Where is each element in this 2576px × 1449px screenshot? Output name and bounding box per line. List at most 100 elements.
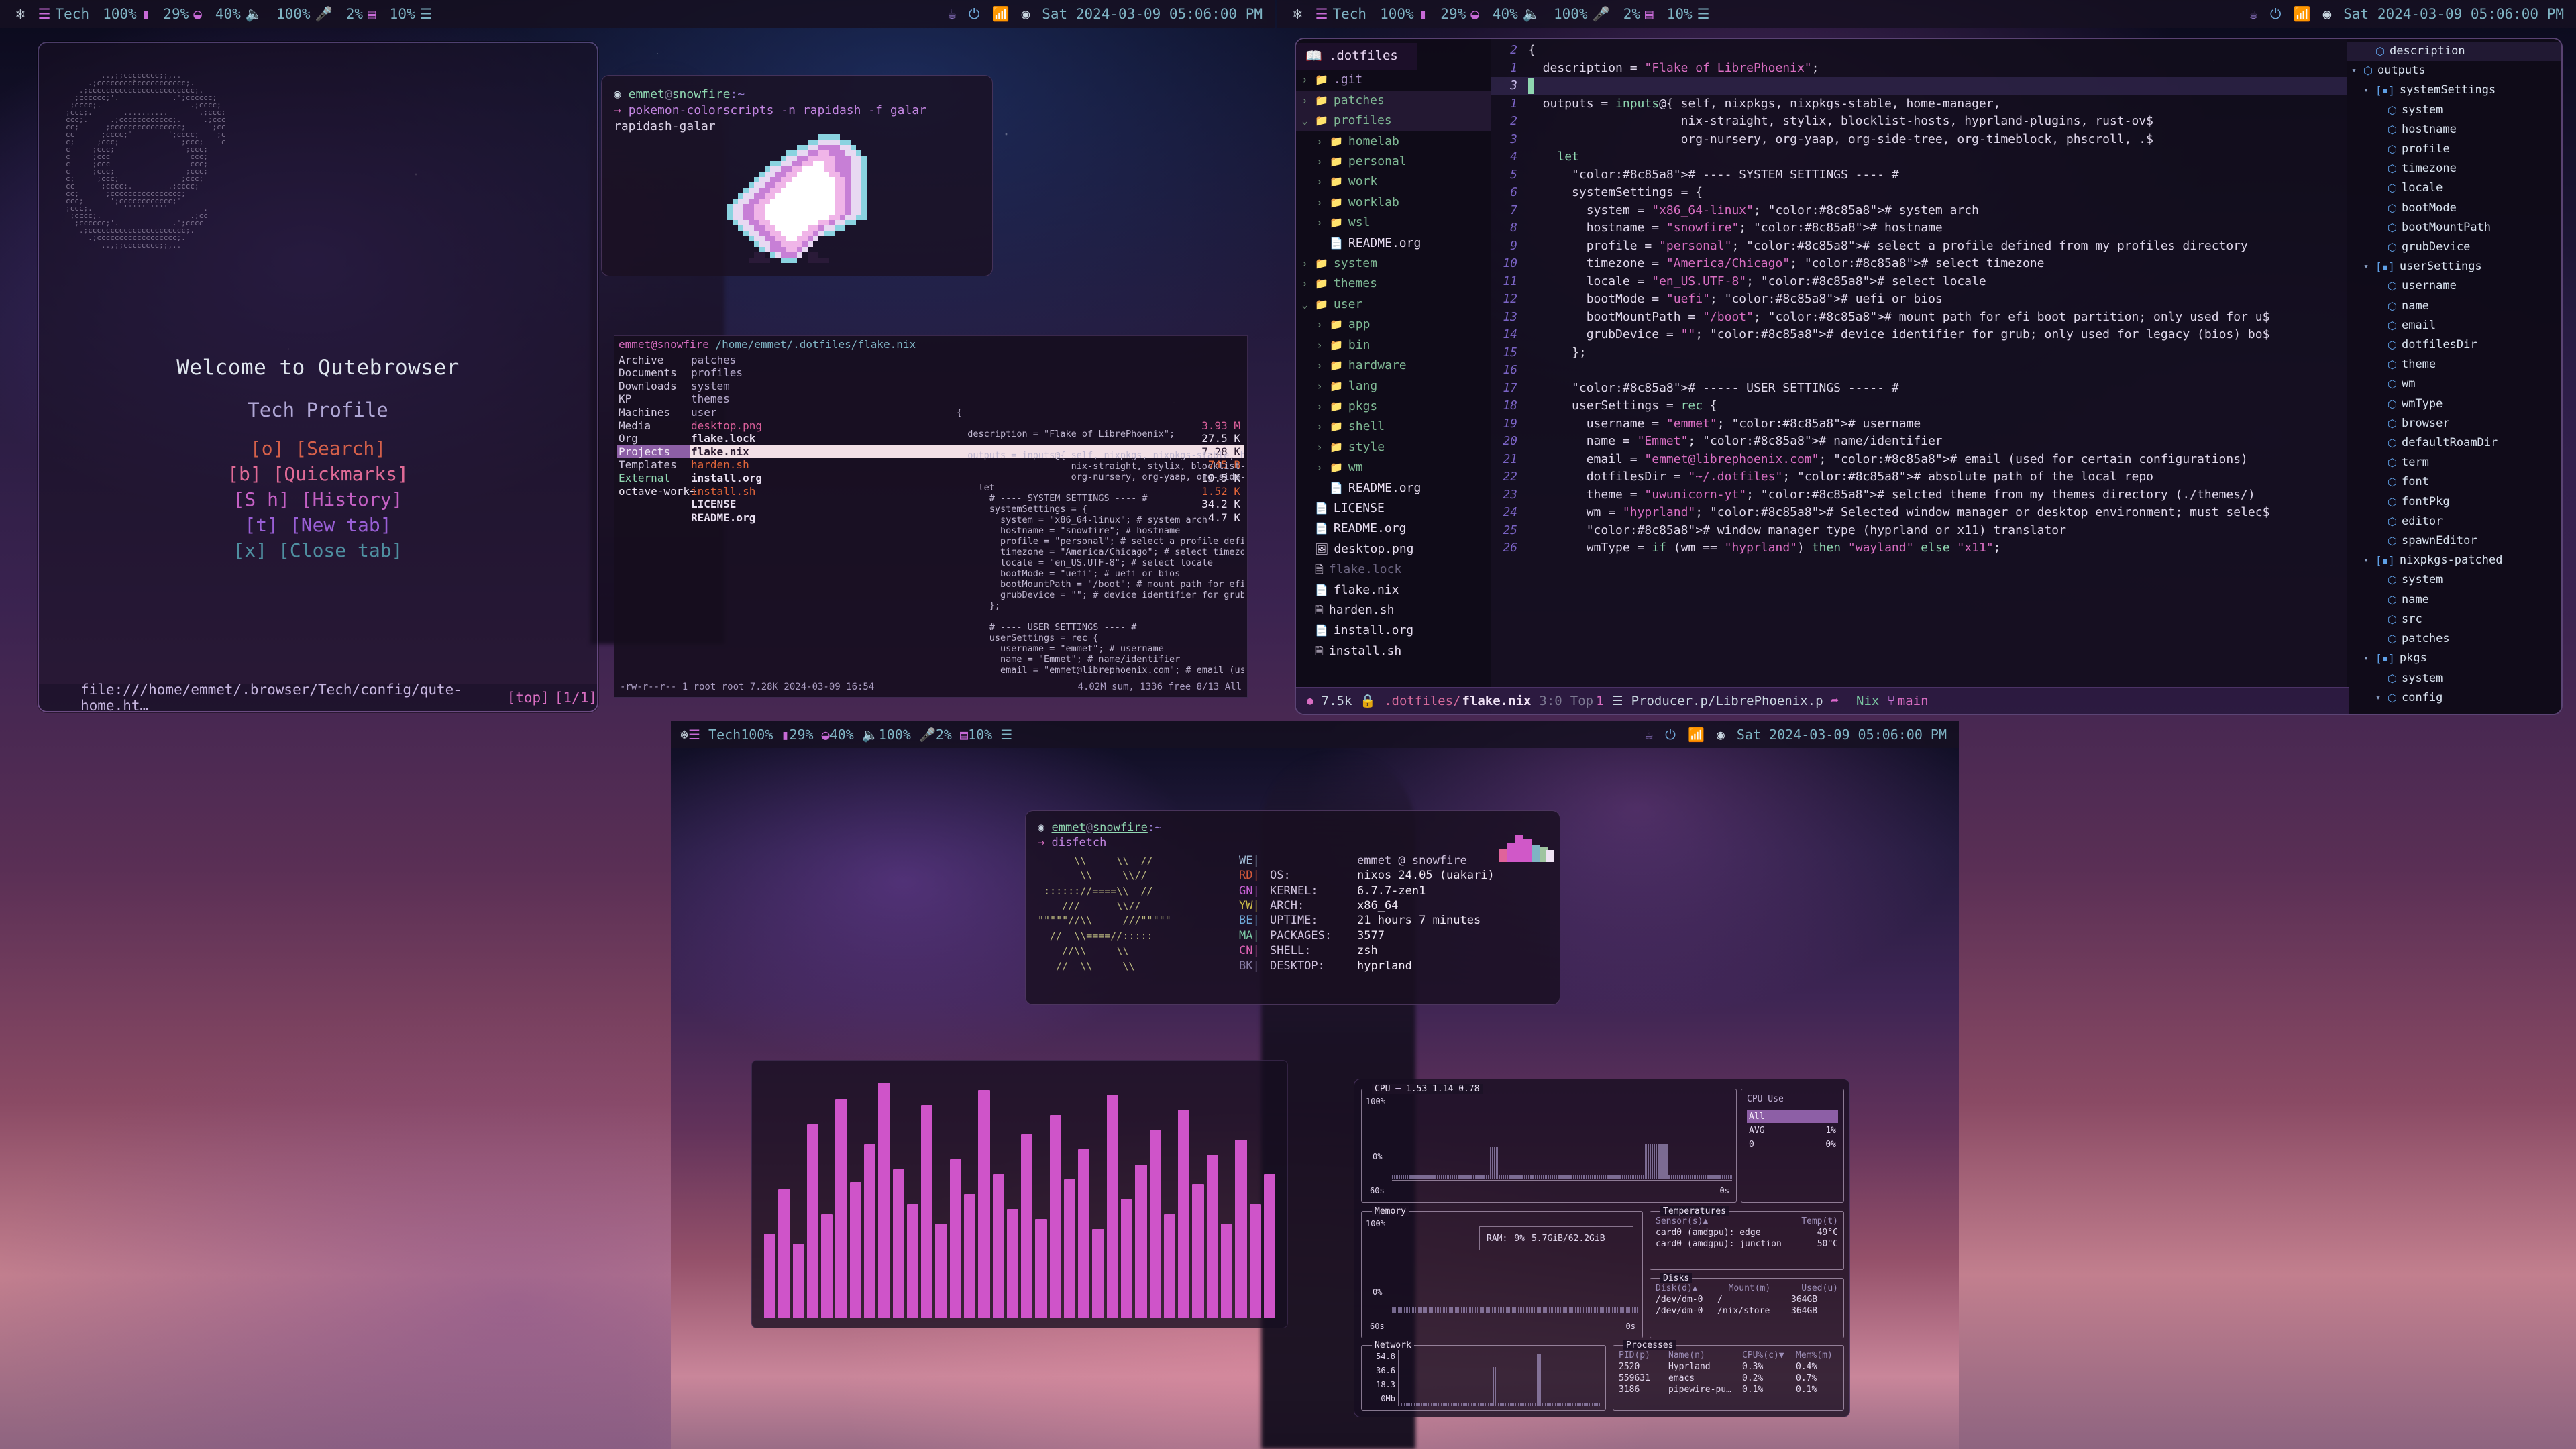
imenu-item-src[interactable]: ⬡ src <box>2347 610 2561 629</box>
imenu-item-systemSettings[interactable]: ▾ [▪] systemSettings <box>2347 80 2561 100</box>
emacs-window[interactable]: 📖 .dotfiles › 📁 .git › 📁 patches ⌄ 📁 profiles › 📁 h… <box>1295 38 2563 715</box>
imenu-item-term[interactable]: ⬡ term <box>2347 453 2561 472</box>
treemacs-item--git[interactable]: › 📁 .git <box>1296 70 1491 90</box>
cpu-module[interactable]: 2% ▤ <box>339 6 383 22</box>
imenu-item-email[interactable]: ⬡ email <box>2347 316 2561 335</box>
btop-cpu-panel[interactable]: CPU ─ 1.53 1.14 0.78 100% 0% 60s 0s <box>1361 1084 1737 1203</box>
imenu-item-bootMode[interactable]: ⬡ bootMode <box>2347 199 2561 218</box>
mic-module[interactable]: 100% 🎤 <box>1547 6 1617 23</box>
ranger-parent-column[interactable]: Archive Documents Downloads KP Machines Media… <box>617 354 696 525</box>
wifi-icon[interactable]: 📶 <box>2293 6 2310 23</box>
chevron-right-icon[interactable]: › <box>1315 193 1324 213</box>
code-line[interactable]: 14 grubDevice = ""; "color:#8c85a8"># de… <box>1491 326 2347 344</box>
chevron-down-icon[interactable]: ▾ <box>2373 688 2383 708</box>
ranger-file-row[interactable]: patches <box>690 354 1244 367</box>
chevron-down-icon[interactable]: ▾ <box>2349 61 2359 80</box>
treemacs-item-install-org[interactable]: 📄 install.org <box>1296 621 1491 641</box>
treemacs-item-style[interactable]: › 📁 style <box>1296 437 1491 458</box>
chevron-down-icon[interactable]: ⌄ <box>1300 294 1309 315</box>
treemacs-item-wm[interactable]: › 📁 wm <box>1296 458 1491 478</box>
code-line[interactable]: 2 nix-straight, stylix, blocklist-hosts,… <box>1491 113 2347 131</box>
brightness-module[interactable]: 29% ◒ <box>156 6 209 22</box>
workspace-indicator[interactable]: ☰ Tech <box>688 727 741 743</box>
mic-module[interactable]: 100% 🎤 <box>270 6 339 23</box>
code-line[interactable]: 21 email = "emmet@librephoenix.com"; "co… <box>1491 451 2347 469</box>
quick-link-2[interactable]: [S h] [History] <box>39 488 597 512</box>
code-line[interactable]: 7 system = "x86_64-linux"; "color:#8c85a… <box>1491 202 2347 220</box>
quick-link-4[interactable]: [x] [Close tab] <box>39 539 597 563</box>
imenu-item-username[interactable]: ⬡ username <box>2347 276 2561 296</box>
imenu-item-pkgs[interactable]: ▾ [▪] pkgs <box>2347 649 2561 668</box>
btop-cpu-use-panel[interactable]: CPU Use All AVG 1% 0 0% <box>1741 1089 1844 1203</box>
memory-module[interactable]: 10% ☰ <box>383 6 439 22</box>
code-line[interactable]: 20 name = "Emmet"; "color:#8c85a8"># nam… <box>1491 433 2347 451</box>
treemacs-item-app[interactable]: › 📁 app <box>1296 315 1491 335</box>
imenu-item-description[interactable]: ⬡ description <box>2347 42 2561 62</box>
quick-link-3[interactable]: [t] [New tab] <box>39 513 597 537</box>
treemacs-item-wsl[interactable]: › 📁 wsl <box>1296 213 1491 233</box>
chevron-right-icon[interactable]: › <box>1315 213 1324 233</box>
ranger-file-row[interactable]: system <box>690 380 1244 393</box>
ranger-file-row[interactable]: profiles <box>690 366 1244 380</box>
imenu-item-profile[interactable]: ⬡ profile <box>2347 140 2561 159</box>
chevron-right-icon[interactable]: › <box>1315 356 1324 376</box>
imenu-item-outputs[interactable]: ▾ ⬡ outputs <box>2347 61 2561 80</box>
process-column-header[interactable]: Name(n) <box>1668 1350 1742 1361</box>
treemacs-item-README-org[interactable]: 📄 README.org <box>1296 233 1491 254</box>
code-line[interactable]: 16 <box>1491 362 2347 380</box>
btop-network-panel[interactable]: Network 54.8 36.6 18.3 0Mb <box>1361 1340 1606 1411</box>
treemacs-item-user[interactable]: ⌄ 📁 user <box>1296 294 1491 315</box>
treemacs-item-README-org[interactable]: 📄 README.org <box>1296 519 1491 539</box>
brightness-module[interactable]: 29% ◒ <box>789 727 829 743</box>
imenu-item-font[interactable]: ⬡ font <box>2347 472 2561 492</box>
chevron-down-icon[interactable]: ▾ <box>2361 649 2371 668</box>
disc-icon[interactable]: ◉ <box>1717 727 1725 743</box>
volume-module[interactable]: 40% 🔈 <box>1486 6 1547 23</box>
imenu-item-system[interactable]: ⬡ system <box>2347 101 2561 120</box>
treemacs-item-worklab[interactable]: › 📁 worklab <box>1296 193 1491 213</box>
coffee-icon[interactable]: ☕ <box>2249 6 2258 22</box>
coffee-icon[interactable]: ☕ <box>948 6 957 22</box>
process-column-header[interactable]: CPU%(c)▼ <box>1742 1350 1796 1361</box>
treemacs-item-flake-lock[interactable]: 🗎 flake.lock <box>1296 559 1491 580</box>
code-line[interactable]: 22 dotfilesDir = "~/.dotfiles"; "color:#… <box>1491 468 2347 486</box>
disc-icon[interactable]: ◉ <box>2323 6 2332 22</box>
imenu-item-name[interactable]: ⬡ name <box>2347 297 2561 316</box>
chevron-right-icon[interactable]: › <box>1300 274 1309 294</box>
ranger-parent-item[interactable]: Documents <box>617 366 690 380</box>
imenu-item-editor[interactable]: ⬡ editor <box>2347 512 2561 531</box>
imenu-item-nixpkgs-patched[interactable]: ▾ [▪] nixpkgs-patched <box>2347 551 2561 570</box>
ranger-parent-item[interactable]: Media <box>617 419 690 433</box>
chevron-right-icon[interactable]: › <box>1315 458 1324 478</box>
quick-link-0[interactable]: [o] [Search] <box>39 437 597 461</box>
ranger-parent-item[interactable]: octave-work~ <box>617 485 696 498</box>
battery-module[interactable]: 100% ▮ <box>1373 6 1434 22</box>
chevron-right-icon[interactable]: › <box>1315 152 1324 172</box>
code-line[interactable]: 8 hostname = "snowfire"; "color:#8c85a8"… <box>1491 219 2347 237</box>
volume-module[interactable]: 40% 🔈 <box>830 727 879 743</box>
cpu-use-row[interactable]: All <box>1747 1110 1838 1123</box>
ranger-parent-item[interactable]: Templates <box>617 458 690 472</box>
treemacs-item-system[interactable]: › 📁 system <box>1296 254 1491 274</box>
chevron-right-icon[interactable]: › <box>1315 396 1324 417</box>
code-line[interactable]: 6 systemSettings = { <box>1491 184 2347 202</box>
treemacs-item-install-sh[interactable]: 🗎 install.sh <box>1296 641 1491 661</box>
ranger-parent-item[interactable]: Machines <box>617 406 690 419</box>
imenu-item-defaultRoamDir[interactable]: ⬡ defaultRoamDir <box>2347 433 2561 453</box>
process-column-header[interactable]: Mem%(m) <box>1796 1350 1833 1361</box>
quick-link-1[interactable]: [b] [Quickmarks] <box>39 462 597 486</box>
snowflake-icon[interactable]: ❄ <box>680 727 688 743</box>
imenu-sidebar[interactable]: ⬡ description ▾ ⬡ outputs ▾ [▪] systemSettings ⬡… <box>2347 39 2561 714</box>
btop-system-monitor-window[interactable]: CPU ─ 1.53 1.14 0.78 100% 0% 60s 0s CPU … <box>1354 1079 1850 1417</box>
cpu-use-row[interactable]: 0 0% <box>1747 1138 1838 1151</box>
imenu-item-wmType[interactable]: ⬡ wmType <box>2347 394 2561 414</box>
snowflake-icon[interactable]: ❄ <box>1287 6 1309 22</box>
treemacs-item-homelab[interactable]: › 📁 homelab <box>1296 131 1491 152</box>
cpu-use-row[interactable]: AVG 1% <box>1747 1124 1838 1137</box>
memory-module[interactable]: 10% ☰ <box>968 727 1012 743</box>
imenu-item-timezone[interactable]: ⬡ timezone <box>2347 159 2561 178</box>
chevron-right-icon[interactable]: › <box>1300 70 1309 90</box>
btop-processes-panel[interactable]: Processes PID(p) Name(n) CPU%(c)▼ Mem%(m) 2… <box>1613 1340 1844 1411</box>
ranger-parent-item[interactable]: KP <box>617 392 690 406</box>
battery-module[interactable]: 100% ▮ <box>741 727 789 743</box>
